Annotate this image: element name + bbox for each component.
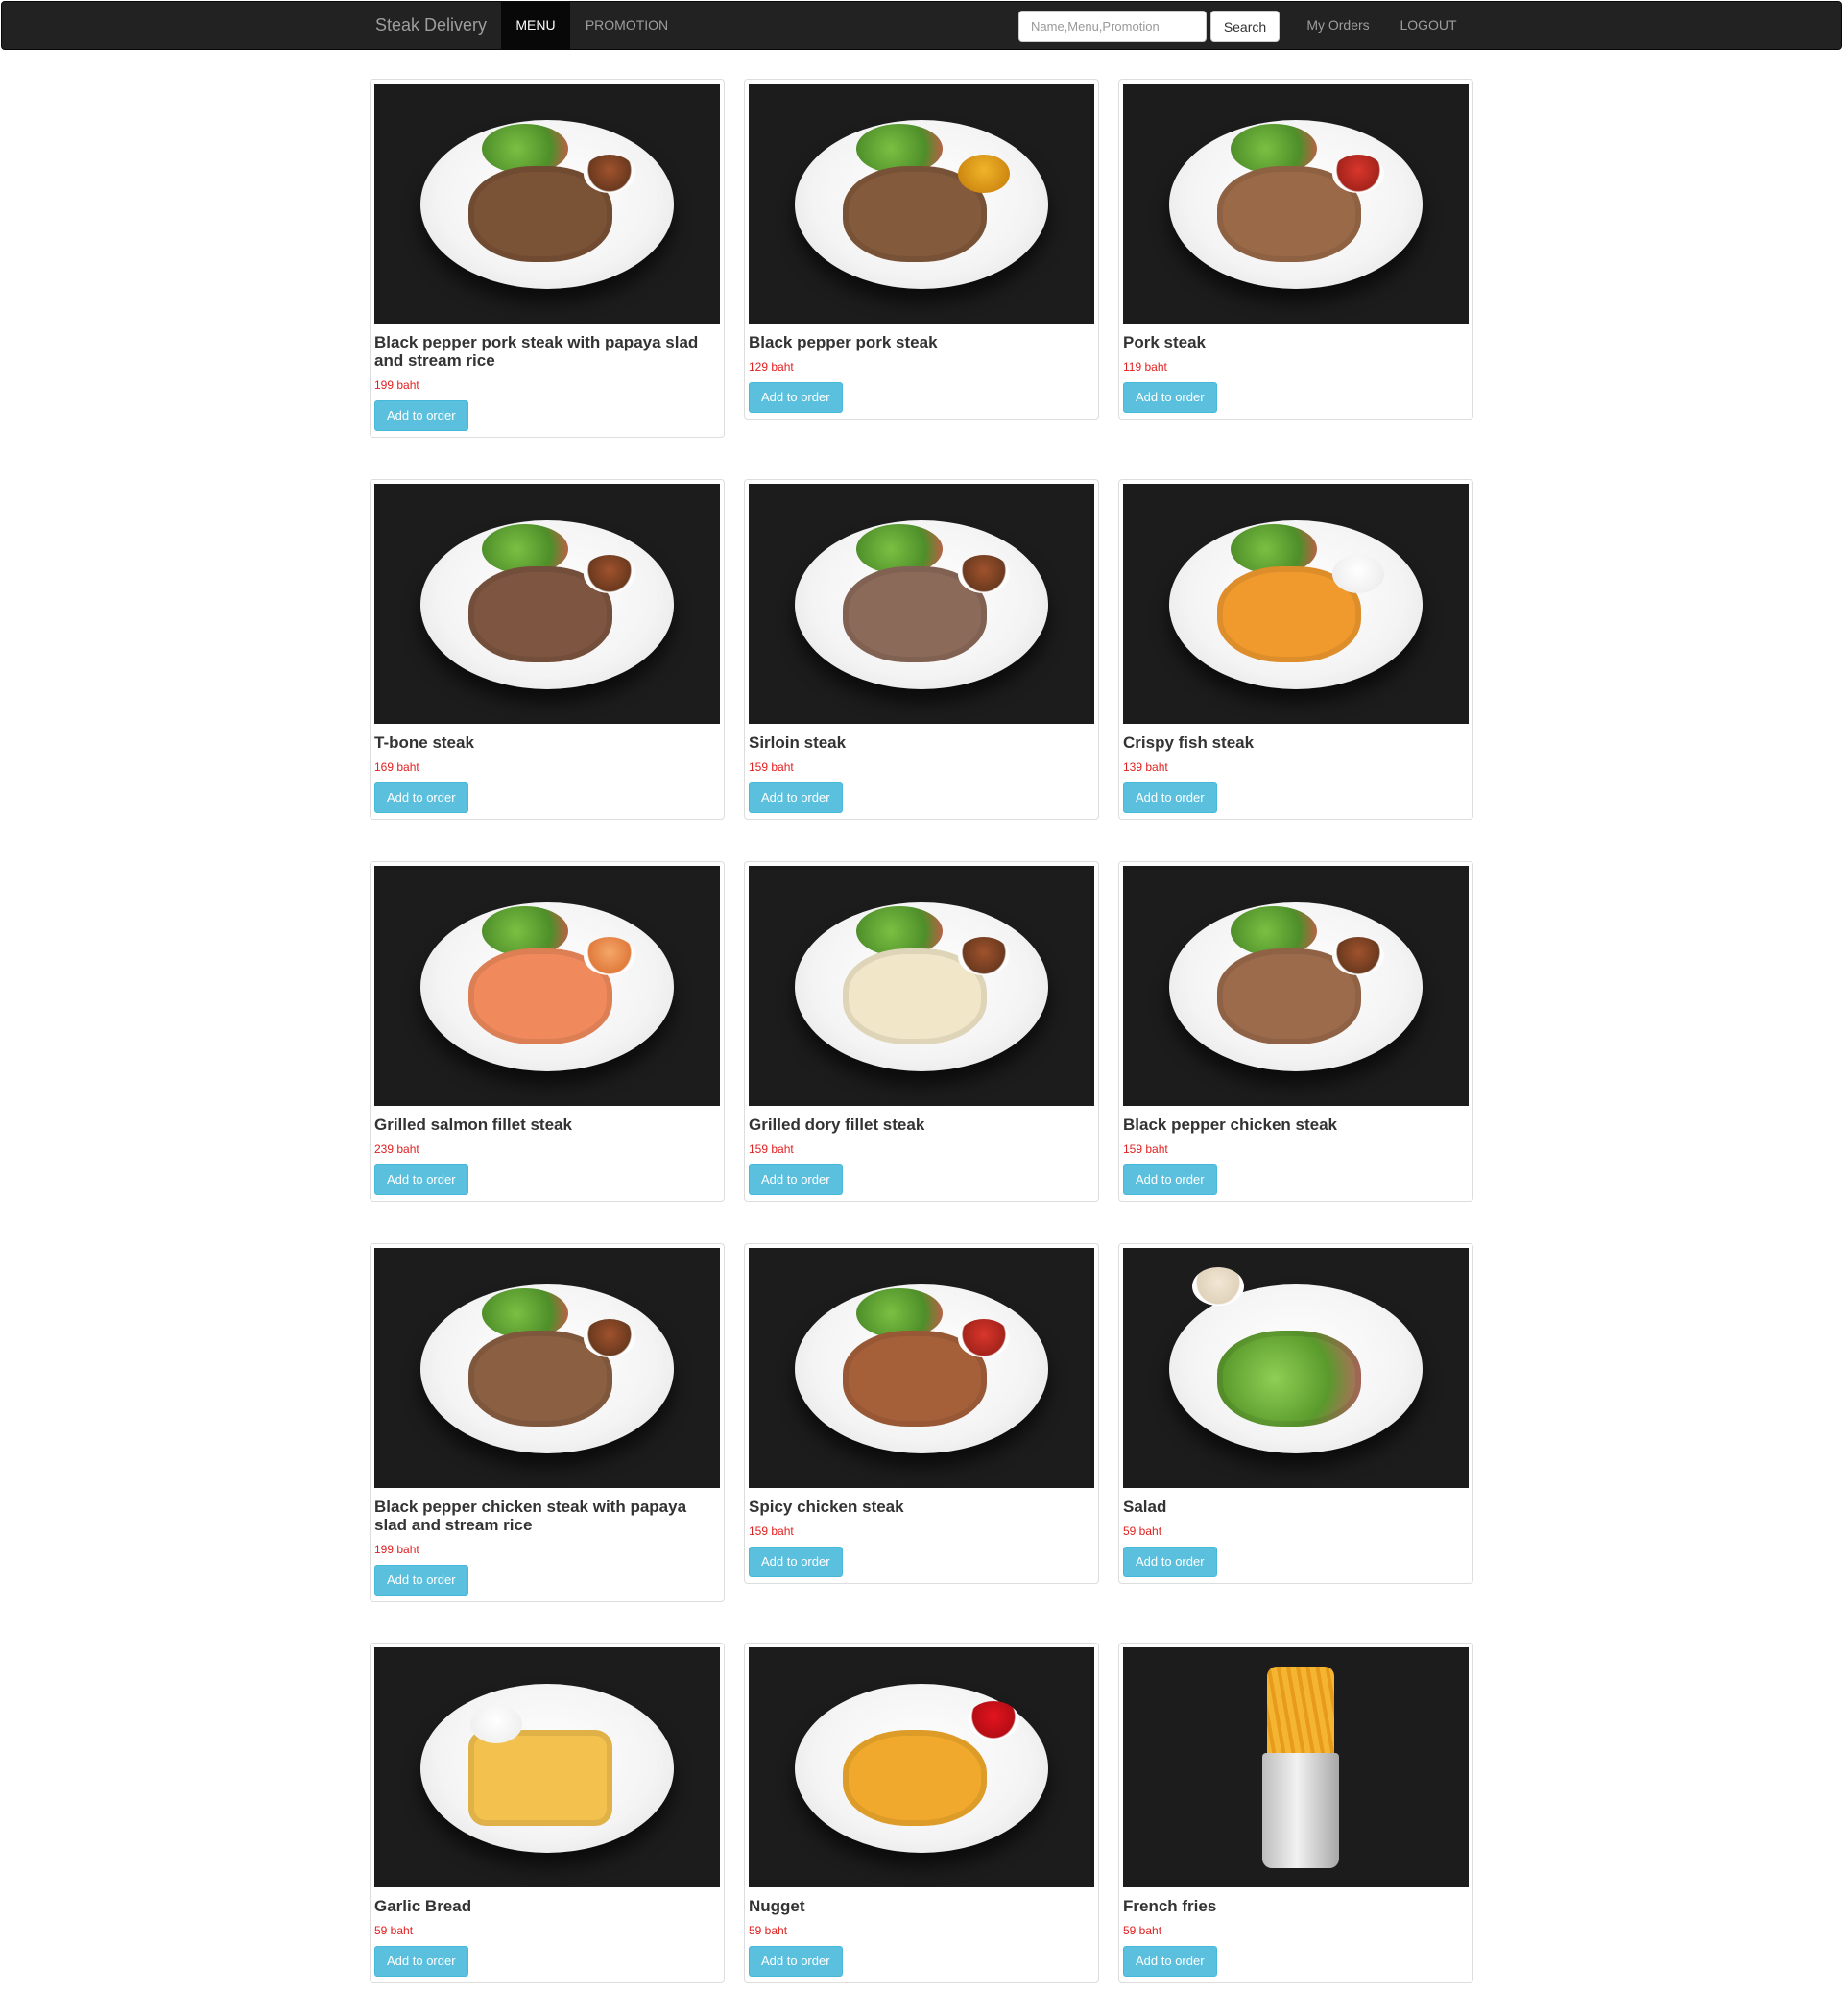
menu-item-photo (1123, 484, 1469, 724)
menu-item-price: 199 baht (374, 378, 419, 392)
menu-item-photo (374, 1647, 720, 1887)
menu-item-price: 59 baht (749, 1924, 788, 1937)
add-to-order-button[interactable]: Add to order (374, 1946, 468, 1977)
menu-item-name: Salad (1123, 1498, 1167, 1516)
menu-item-photo (374, 1248, 720, 1488)
menu-card: Black pepper pork steak 129 baht Add to … (744, 79, 1099, 420)
menu-item-name: Black pepper pork steak with papaya slad… (374, 333, 699, 370)
menu-card: Black pepper chicken steak with papaya s… (370, 1243, 725, 1602)
menu-item-photo (749, 866, 1094, 1106)
menu-card: Grilled dory fillet steak 159 baht Add t… (744, 861, 1099, 1202)
menu-card: Crispy fish steak 139 baht Add to order (1118, 479, 1473, 820)
menu-item-photo (374, 484, 720, 724)
menu-item-photo (1123, 1248, 1469, 1488)
menu-item-name: Grilled salmon fillet steak (374, 1116, 572, 1134)
menu-item-photo (374, 84, 720, 324)
menu-item-price: 59 baht (374, 1924, 414, 1937)
add-to-order-button[interactable]: Add to order (374, 1164, 468, 1195)
menu-item-price: 59 baht (1123, 1924, 1162, 1937)
menu-item-price: 159 baht (749, 1524, 794, 1538)
menu-item-photo (1123, 866, 1469, 1106)
menu-card: Sirloin steak 159 baht Add to order (744, 479, 1099, 820)
menu-item-photo (749, 484, 1094, 724)
menu-item-price: 59 baht (1123, 1524, 1162, 1538)
add-to-order-button[interactable]: Add to order (749, 382, 843, 413)
menu-item-name: Sirloin steak (749, 733, 847, 752)
menu-item-price: 159 baht (1123, 1142, 1168, 1156)
menu-item-name: T-bone steak (374, 733, 474, 752)
menu-item-price: 129 baht (749, 360, 794, 373)
menu-card: Grilled salmon fillet steak 239 baht Add… (370, 861, 725, 1202)
menu-card: Salad 59 baht Add to order (1118, 1243, 1473, 1584)
add-to-order-button[interactable]: Add to order (1123, 1547, 1217, 1577)
menu-item-name: Pork steak (1123, 333, 1206, 351)
add-to-order-button[interactable]: Add to order (374, 1565, 468, 1596)
add-to-order-button[interactable]: Add to order (1123, 1164, 1217, 1195)
menu-card: Nugget 59 baht Add to order (744, 1643, 1099, 1983)
menu-item-photo (1123, 84, 1469, 324)
menu-item-name: French fries (1123, 1897, 1217, 1915)
menu-item-photo (374, 866, 720, 1106)
add-to-order-button[interactable]: Add to order (1123, 782, 1217, 813)
menu-item-price: 139 baht (1123, 760, 1168, 774)
menu-item-photo (749, 84, 1094, 324)
menu-item-name: Black pepper chicken steak (1123, 1116, 1338, 1134)
add-to-order-button[interactable]: Add to order (1123, 382, 1217, 413)
menu-item-price: 159 baht (749, 1142, 794, 1156)
add-to-order-button[interactable]: Add to order (1123, 1946, 1217, 1977)
menu-item-name: Crispy fish steak (1123, 733, 1255, 752)
menu-item-name: Black pepper chicken steak with papaya s… (374, 1498, 687, 1534)
add-to-order-button[interactable]: Add to order (749, 1547, 843, 1577)
add-to-order-button[interactable]: Add to order (374, 782, 468, 813)
menu-item-price: 159 baht (749, 760, 794, 774)
add-to-order-button[interactable]: Add to order (374, 400, 468, 431)
menu-item-price: 239 baht (374, 1142, 419, 1156)
add-to-order-button[interactable]: Add to order (749, 782, 843, 813)
menu-item-price: 119 baht (1123, 360, 1167, 373)
menu-item-photo (1123, 1647, 1469, 1887)
menu-card: Black pepper pork steak with papaya slad… (370, 79, 725, 438)
menu-card: French fries 59 baht Add to order (1118, 1643, 1473, 1983)
add-to-order-button[interactable]: Add to order (749, 1946, 843, 1977)
menu-card: Pork steak 119 baht Add to order (1118, 79, 1473, 420)
menu-grid: Black pepper pork steak with papaya slad… (0, 0, 1843, 2016)
menu-card: T-bone steak 169 baht Add to order (370, 479, 725, 820)
menu-card: Spicy chicken steak 159 baht Add to orde… (744, 1243, 1099, 1584)
menu-item-name: Black pepper pork steak (749, 333, 938, 351)
menu-item-name: Nugget (749, 1897, 805, 1915)
menu-card: Black pepper chicken steak 159 baht Add … (1118, 861, 1473, 1202)
menu-item-photo (749, 1647, 1094, 1887)
menu-item-name: Garlic Bread (374, 1897, 472, 1915)
add-to-order-button[interactable]: Add to order (749, 1164, 843, 1195)
menu-item-photo (749, 1248, 1094, 1488)
menu-item-name: Grilled dory fillet steak (749, 1116, 925, 1134)
menu-item-name: Spicy chicken steak (749, 1498, 904, 1516)
menu-card: Garlic Bread 59 baht Add to order (370, 1643, 725, 1983)
menu-item-price: 199 baht (374, 1543, 419, 1556)
menu-item-price: 169 baht (374, 760, 419, 774)
